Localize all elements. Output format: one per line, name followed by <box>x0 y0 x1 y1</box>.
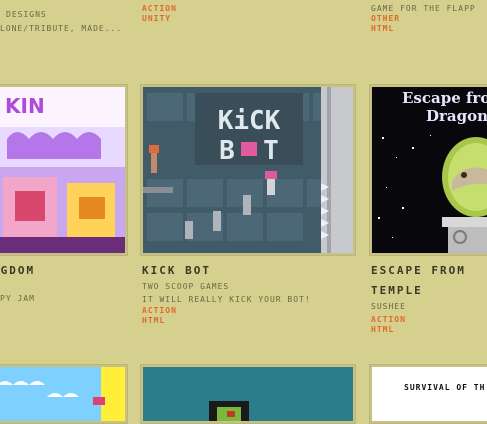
tag-html[interactable]: HTML <box>371 325 394 335</box>
thumbnail-image <box>0 367 125 421</box>
game-title-line2[interactable]: TEMPLE <box>371 285 423 296</box>
thumbnail-logo-line2a: B <box>219 136 235 166</box>
game-author[interactable]: PY JAM <box>0 294 35 304</box>
thumbnail-banner-text: SURVIVAL OF TH <box>404 383 486 392</box>
game-title[interactable]: ESCAPE FROM <box>371 265 466 276</box>
game-thumbnail-escape-from-dragon-temple[interactable]: Escape fro Dragon <box>369 84 487 256</box>
tag-action[interactable]: ACTION <box>371 315 406 325</box>
game-author[interactable]: SUSHEE <box>371 302 406 312</box>
thumbnail-image: SURVIVAL OF TH <box>372 367 487 421</box>
thumbnail-art <box>143 367 353 421</box>
thumbnail-image: KIN <box>0 87 125 253</box>
thumbnail-art: KiCK B T <box>143 87 353 253</box>
thumbnail-logo-line2: Dragon <box>426 107 487 125</box>
game-description: IT WILL REALLY KICK YOUR BOT! <box>142 295 311 304</box>
tag-action[interactable]: ACTION <box>142 306 177 316</box>
tag-action[interactable]: ACTION <box>142 4 177 14</box>
thumbnail-logo-text: KIN <box>5 94 45 118</box>
thumbnail-art: Escape fro Dragon <box>372 87 487 253</box>
tag-unity[interactable]: UNITY <box>142 14 171 24</box>
game-thumbnail-kick-bot[interactable]: KiCK B T <box>140 84 356 256</box>
game-title[interactable]: KICK BOT <box>142 265 211 276</box>
thumbnail-art <box>0 367 125 421</box>
tag-html[interactable]: HTML <box>142 316 165 326</box>
thumbnail-image: KiCK B T <box>143 87 353 253</box>
game-genre-line: DESIGNS <box>6 10 47 19</box>
thumbnail-image <box>143 367 353 421</box>
game-thumbnail-bottom-1[interactable] <box>0 364 128 424</box>
tag-other[interactable]: OTHER <box>371 14 400 24</box>
thumbnail-logo-line2b: T <box>263 136 279 166</box>
game-thumbnail-bottom-3[interactable]: SURVIVAL OF TH <box>369 364 487 424</box>
game-thumbnail-bottom-2[interactable] <box>140 364 356 424</box>
tag-html[interactable]: HTML <box>371 24 394 34</box>
thumbnail-logo-line1: KiCK <box>218 106 281 136</box>
game-description: GAME FOR THE FLAPP <box>371 4 476 13</box>
thumbnail-art: KIN <box>0 87 125 253</box>
game-description: LONE/TRIBUTE, MADE... <box>0 24 123 33</box>
game-title[interactable]: NGDOM <box>0 265 35 276</box>
thumbnail-logo-line1: Escape fro <box>402 89 487 107</box>
game-author[interactable]: TWO SCOOP GAMES <box>142 282 229 292</box>
thumbnail-image: Escape fro Dragon <box>372 87 487 253</box>
game-thumbnail-kingdom[interactable]: KIN <box>0 84 128 256</box>
